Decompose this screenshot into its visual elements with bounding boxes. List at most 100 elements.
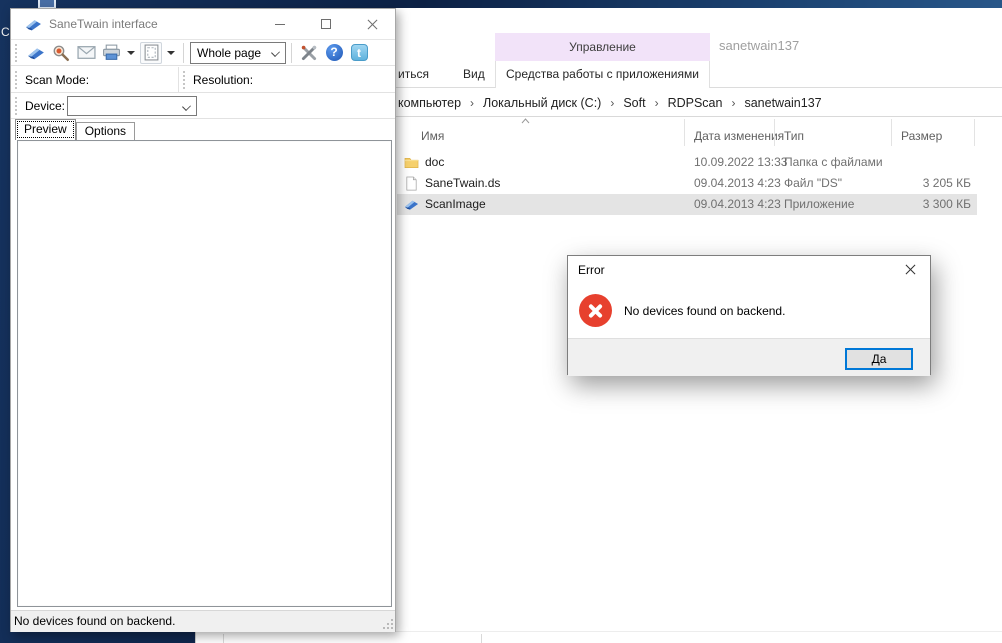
column-divider[interactable] [891, 119, 892, 146]
file-row-doc[interactable]: doc 10.09.2022 13:33 Папка с файлами [397, 152, 977, 173]
column-divider[interactable] [774, 119, 775, 146]
toolbar-separator [183, 43, 184, 63]
preview-area [17, 140, 392, 607]
sanetwain-tabs: Preview Options [15, 118, 135, 140]
file-icon [404, 176, 419, 191]
twitter-button[interactable]: t [348, 42, 370, 64]
page-size-combobox[interactable]: Whole page [190, 42, 286, 64]
resolution-cell: Resolution: [179, 67, 395, 92]
ribbon-tab-share[interactable]: иться [398, 61, 429, 88]
sanetwain-toolbar: Whole page ? t [11, 39, 395, 66]
minimize-button[interactable] [257, 9, 303, 39]
close-button[interactable] [349, 9, 395, 39]
maximize-button[interactable] [303, 9, 349, 39]
desktop: C sanetwain137 Управление иться Вид Сред… [0, 0, 1002, 643]
folder-icon [404, 155, 419, 170]
status-text: No devices found on backend. [14, 614, 175, 628]
desktop-shortcut-label: C [1, 25, 10, 39]
preview-magnifier-button[interactable] [50, 42, 72, 64]
error-dialog-close-button[interactable] [890, 256, 930, 284]
statusbar-divider [481, 634, 482, 643]
file-type: Приложение [784, 194, 854, 215]
file-name: doc [425, 152, 444, 173]
error-dialog-title: Error [578, 263, 605, 277]
print-button[interactable] [100, 42, 122, 64]
help-button[interactable]: ? [323, 42, 345, 64]
chevron-down-icon [271, 48, 280, 57]
breadcrumb-item[interactable]: Soft [623, 89, 645, 117]
mail-button[interactable] [75, 42, 97, 64]
toolbar-separator [291, 43, 292, 63]
file-size: 3 300 КБ [867, 194, 971, 215]
help-icon: ? [326, 44, 343, 61]
error-message: No devices found on backend. [624, 304, 785, 318]
column-divider[interactable] [974, 119, 975, 146]
breadcrumb-item[interactable]: RDPScan [668, 89, 723, 117]
file-list-header: Имя Дата изменения Тип Размер [397, 117, 977, 148]
scanmode-resolution-row: Scan Mode: Resolution: [11, 67, 395, 93]
breadcrumb-separator-icon[interactable]: › [722, 89, 744, 117]
breadcrumb-separator-icon[interactable]: › [601, 89, 623, 117]
file-list: doc 10.09.2022 13:33 Папка с файлами San… [397, 152, 977, 215]
column-divider[interactable] [684, 119, 685, 146]
file-size: 3 205 КБ [867, 173, 971, 194]
scan-mode-label: Scan Mode: [25, 73, 89, 87]
file-type: Папка с файлами [784, 152, 883, 173]
sanetwain-titlebar[interactable]: SaneTwain interface [11, 9, 395, 39]
yes-button[interactable]: Да [845, 348, 913, 370]
error-dialog-titlebar[interactable]: Error [568, 256, 930, 284]
page-layout-dropdown[interactable] [165, 42, 176, 64]
file-name: ScanImage [425, 194, 486, 215]
tab-preview[interactable]: Preview [15, 119, 76, 140]
panel-gripper[interactable] [15, 71, 17, 89]
page-size-value: Whole page [197, 46, 261, 60]
scanner-app-icon [25, 16, 42, 33]
file-row-scanimage-selected[interactable]: ScanImage 09.04.2013 4:23 Приложение 3 3… [397, 194, 977, 215]
device-row: Device: [11, 93, 395, 119]
error-dialog-body: No devices found on backend. [568, 284, 930, 338]
breadcrumb-separator-icon[interactable]: › [646, 89, 668, 117]
statusbar-divider [223, 634, 224, 643]
panel-gripper[interactable] [15, 97, 17, 115]
breadcrumb-item[interactable]: sanetwain137 [744, 89, 821, 117]
twitter-icon: t [351, 44, 368, 61]
panel-gripper[interactable] [183, 71, 185, 89]
resolution-label: Resolution: [193, 73, 253, 87]
settings-tools-button[interactable] [298, 42, 320, 64]
file-date: 09.04.2013 4:23 [694, 173, 781, 194]
breadcrumb-item[interactable]: компьютер [398, 89, 461, 117]
ribbon-tab-view[interactable]: Вид [463, 61, 485, 88]
page-layout-button[interactable] [140, 42, 162, 64]
file-row-sanetwain-ds[interactable]: SaneTwain.ds 09.04.2013 4:23 Файл "DS" 3… [397, 173, 977, 194]
scanner-app-icon [404, 197, 419, 212]
error-dialog: Error No devices found on backend. Да [567, 255, 931, 375]
explorer-window-title: sanetwain137 [719, 38, 799, 53]
column-header-size[interactable]: Размер [901, 129, 942, 143]
file-date: 09.04.2013 4:23 [694, 194, 781, 215]
file-name: SaneTwain.ds [425, 173, 500, 194]
sanetwain-window: SaneTwain interface [10, 8, 396, 632]
tab-options[interactable]: Options [76, 122, 135, 140]
contextual-tab-group-label[interactable]: Управление [495, 33, 710, 61]
resize-grip[interactable] [383, 619, 393, 629]
breadcrumb-item[interactable]: Локальный диск (C:) [483, 89, 601, 117]
device-combobox[interactable] [67, 96, 197, 116]
device-label: Device: [25, 99, 65, 113]
scan-mode-cell: Scan Mode: [11, 67, 179, 92]
ribbon-tab-application-tools[interactable]: Средства работы с приложениями [495, 61, 710, 88]
breadcrumb-separator-icon[interactable]: › [461, 89, 483, 117]
file-date: 10.09.2022 13:33 [694, 152, 787, 173]
column-header-type[interactable]: Тип [784, 129, 804, 143]
file-type: Файл "DS" [784, 173, 842, 194]
toolbar-gripper[interactable] [15, 44, 17, 62]
chevron-down-icon [182, 102, 191, 111]
explorer-statusbar [196, 631, 1002, 643]
column-header-date[interactable]: Дата изменения [694, 129, 784, 143]
column-header-name[interactable]: Имя [421, 129, 444, 143]
error-icon [579, 294, 612, 327]
sanetwain-statusbar: No devices found on backend. [11, 610, 395, 632]
sort-ascending-icon [521, 118, 530, 124]
error-dialog-footer: Да [568, 338, 930, 376]
print-options-dropdown[interactable] [125, 42, 136, 64]
scan-button[interactable] [25, 42, 47, 64]
